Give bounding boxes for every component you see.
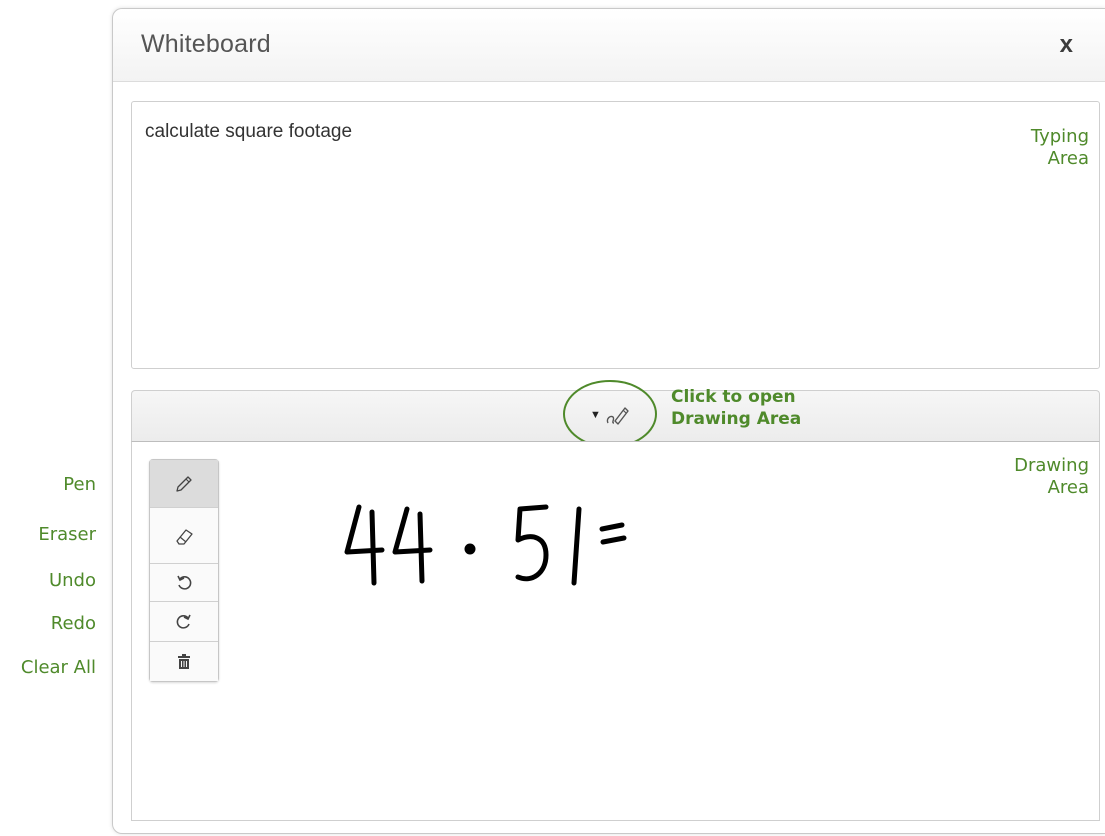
redo-annotation: Redo [50, 613, 96, 634]
annotation-line: Drawing [1014, 455, 1089, 476]
undo-icon [177, 575, 192, 590]
typing-text: calculate square footage [145, 121, 353, 142]
redo-button[interactable] [150, 602, 218, 642]
handwritten-equation [344, 504, 627, 586]
drawing-area-annotation: Drawing Area [1014, 455, 1089, 499]
annotation-line: Drawing Area [671, 409, 802, 429]
undo-button[interactable] [150, 564, 218, 602]
pen-annotation: Pen [63, 474, 96, 495]
annotation-line: Typing [1030, 126, 1089, 147]
eraser-tool-button[interactable] [150, 508, 218, 564]
pencil-icon [176, 475, 192, 492]
toggle-highlight-circle [563, 380, 657, 448]
clear-all-annotation: Clear All [20, 657, 96, 678]
dialog-title: Whiteboard [141, 30, 271, 58]
whiteboard-dialog: Whiteboard x calculate square footage Ty… [112, 8, 1105, 834]
annotation-line: Area [1047, 148, 1089, 169]
drawing-toolbar [149, 459, 219, 682]
eraser-icon [176, 528, 193, 545]
undo-annotation: Undo [48, 570, 96, 591]
pen-tool-button[interactable] [150, 460, 218, 508]
typing-area-annotation: Typing Area [1031, 126, 1089, 170]
annotation-line: Click to open [671, 387, 796, 407]
eraser-annotation: Eraser [38, 524, 96, 545]
toggle-annotation: Click to open Drawing Area [671, 386, 801, 430]
redo-icon [176, 614, 191, 629]
drawing-area[interactable]: Drawing Area [131, 441, 1100, 821]
close-button[interactable]: x [1060, 31, 1073, 59]
annotation-line: Area [1047, 477, 1089, 498]
trash-icon [178, 653, 190, 669]
typing-area[interactable]: calculate square footage Typing Area [131, 101, 1100, 369]
clear-all-button[interactable] [150, 642, 218, 681]
title-bar: Whiteboard x [113, 9, 1105, 82]
